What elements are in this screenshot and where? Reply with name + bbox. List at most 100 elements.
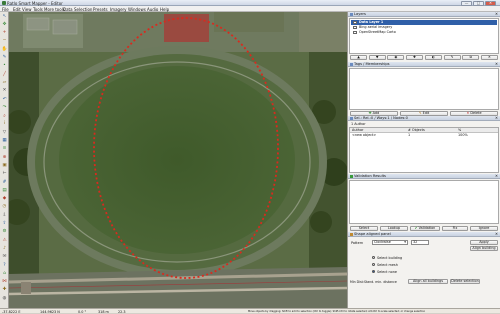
layer-action-button[interactable]: ◐ — [424, 55, 442, 60]
tags-icon — [349, 63, 353, 66]
history-icon[interactable]: ◷ — [1, 204, 8, 210]
radio-selected-icon — [372, 270, 375, 273]
close-button[interactable]: ✕ — [485, 0, 496, 6]
layer-visible-checkbox[interactable] — [353, 25, 357, 29]
pattern-select[interactable]: Clockwise ▾ — [372, 240, 408, 245]
search-icon[interactable]: ⌕ — [1, 113, 8, 119]
area-icon[interactable]: ▱ — [1, 79, 8, 85]
info-icon[interactable]: i — [1, 121, 8, 127]
layer-action-button[interactable]: ✕ — [480, 55, 498, 60]
globe-icon[interactable]: ◍ — [1, 295, 8, 301]
validation-ignore-button[interactable]: Ignore — [470, 226, 498, 231]
validation-panel-title: Validation Results — [354, 174, 386, 178]
plugin-icon[interactable]: ✚ — [1, 287, 8, 293]
hand-icon[interactable]: ✋ — [1, 46, 8, 52]
select-icon[interactable]: ↖ — [1, 13, 8, 19]
layer-label: Data Layer 1 — [359, 20, 384, 24]
app-icon — [1, 1, 6, 5]
maximize-button[interactable]: □ — [473, 0, 484, 6]
radio-icon — [372, 263, 375, 266]
settings-icon[interactable]: ⚙ — [1, 229, 8, 235]
window-title: Ratlo Smart Mapper - Editor — [7, 0, 63, 6]
authors-summary: 1 Author — [351, 122, 366, 126]
apply-button[interactable]: Apply — [470, 240, 498, 245]
undo-icon[interactable]: ↶ — [1, 96, 8, 102]
layer-item-osm[interactable]: OpenStreetMap Carto — [351, 30, 497, 35]
photo-icon[interactable]: ▣ — [1, 162, 8, 168]
panel-close-icon[interactable]: ✕ — [495, 174, 498, 179]
move-icon[interactable]: ✥ — [1, 21, 8, 27]
column-author[interactable]: Author — [352, 128, 363, 132]
layer-item-data[interactable]: Data Layer 1 — [351, 20, 497, 25]
authors-panel: Sel.: Rel.:0 / Ways:1 / Nodes:0 ✕ 1 Auth… — [347, 116, 500, 174]
radio-icon — [372, 256, 375, 259]
validation-fix-button[interactable]: Fix — [442, 226, 468, 231]
validation-panel-header: Validation Results ✕ — [348, 174, 500, 179]
ruler-icon[interactable]: ⊢ — [1, 171, 8, 177]
panel-close-icon[interactable]: ✕ — [495, 62, 498, 67]
layer-visible-checkbox[interactable] — [353, 20, 357, 24]
layer-action-button[interactable]: ✚ — [406, 55, 424, 60]
delete-selection-button[interactable]: Delete selection — [450, 279, 480, 284]
layer-action-button[interactable]: ◉ — [387, 55, 405, 60]
warning-icon[interactable]: ⚠ — [1, 237, 8, 243]
validation-validate-button[interactable]: ✔ Validation — [410, 226, 440, 231]
chat-icon[interactable]: ✉ — [1, 254, 8, 260]
option-select-none[interactable]: Select none — [372, 270, 397, 274]
shape-panel: Shape aligned panel ✕ Pattern Clockwise ▾… — [347, 232, 500, 308]
download-icon[interactable]: ⇩ — [1, 212, 8, 218]
count-input[interactable]: 32 — [411, 240, 429, 245]
tag-icon[interactable]: ⌂ — [1, 270, 8, 276]
layer-label: Bing aerial imagery — [359, 25, 393, 29]
panel-close-icon[interactable]: ✕ — [495, 12, 498, 17]
layer-action-button[interactable]: ▼ — [368, 55, 386, 60]
pencil-icon[interactable]: ✎ — [1, 55, 8, 61]
percent-cell: 100% — [458, 133, 468, 138]
layer-item-imagery[interactable]: Bing aerial imagery — [351, 25, 497, 30]
validation-panel: Validation Results ✕ Select Lookup ✔ Val… — [347, 174, 500, 232]
map-icon[interactable]: ▦ — [1, 138, 8, 144]
layers-panel-title: Layers — [354, 12, 366, 16]
status-bar: -37.8222 E 144.9623 N 0.0 ° 318 m 22.3 M… — [0, 308, 500, 314]
upload-icon[interactable]: ⇧ — [1, 221, 8, 227]
relation-icon[interactable]: ⋈ — [1, 279, 8, 285]
panel-close-icon[interactable]: ✕ — [495, 116, 498, 121]
map-view[interactable] — [9, 12, 347, 308]
validation-lookup-button[interactable]: Lookup — [380, 226, 408, 231]
min-dist-label: Min Dist: — [350, 280, 364, 284]
tags-panel: Tags / Memberships ✕ ✚ Add ✎ Edit ✕ Dele… — [347, 62, 500, 116]
column-objects[interactable]: # Objects — [408, 128, 425, 132]
zoom-out-icon[interactable]: − — [1, 38, 8, 44]
validation-select-button[interactable]: Select — [350, 226, 378, 231]
gps-icon[interactable]: ⊕ — [1, 154, 8, 160]
way-icon[interactable]: ╱ — [1, 71, 8, 77]
layers-list: Data Layer 1 Bing aerial imagery OpenStr… — [349, 18, 499, 54]
audio-icon[interactable]: ♪ — [1, 245, 8, 251]
option-select-building[interactable]: Select building — [372, 256, 402, 260]
help-icon[interactable]: ? — [1, 262, 8, 268]
redo-icon[interactable]: ↷ — [1, 104, 8, 110]
panel-close-icon[interactable]: ✕ — [495, 232, 498, 237]
layer-action-button[interactable]: ▲ — [350, 55, 367, 60]
layer-action-button[interactable]: ⧉ — [462, 55, 480, 60]
node-icon[interactable]: • — [1, 63, 8, 69]
align-building-button[interactable]: Align building — [470, 246, 498, 251]
column-percent[interactable]: % — [458, 128, 461, 132]
bookmark-icon[interactable]: ◆ — [1, 196, 8, 202]
delete-icon[interactable]: ✕ — [1, 88, 8, 94]
layer-visible-checkbox[interactable] — [353, 30, 357, 34]
tags-table[interactable] — [349, 68, 499, 110]
layers-icon[interactable]: ≡ — [1, 146, 8, 152]
align-all-buildings-button[interactable]: Align all buildings — [408, 279, 448, 284]
filter-icon[interactable]: ▽ — [1, 129, 8, 135]
table-row[interactable]: <new object> 1 100% — [350, 133, 498, 138]
validation-list[interactable] — [349, 180, 499, 224]
grid-icon[interactable]: # — [1, 179, 8, 185]
option-select-mesh[interactable]: Select mesh — [372, 263, 398, 267]
layer-action-button[interactable]: ✎ — [443, 55, 461, 60]
minimize-button[interactable]: — — [461, 0, 472, 6]
aerial-imagery — [9, 12, 347, 308]
lock-icon[interactable]: ▤ — [1, 187, 8, 193]
zoom-in-icon[interactable]: + — [1, 30, 8, 36]
authors-table-header: Author # Objects % — [350, 128, 498, 133]
